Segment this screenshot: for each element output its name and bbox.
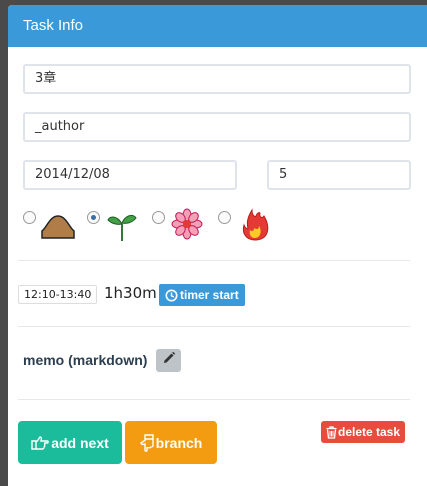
timer-start-label: timer start bbox=[180, 288, 239, 302]
add-next-button[interactable]: add next bbox=[18, 421, 122, 464]
clock-icon bbox=[165, 289, 178, 302]
timer-start-button[interactable]: timer start bbox=[159, 284, 245, 306]
task-info-panel: Task Info 3章 _author 2014/12/08 5 12:10-… bbox=[8, 5, 427, 486]
trash-icon bbox=[326, 425, 337, 439]
divider bbox=[18, 326, 410, 327]
hand-point-down-icon bbox=[139, 433, 154, 452]
add-next-label: add next bbox=[51, 434, 109, 451]
memo-label: memo (markdown) bbox=[23, 352, 148, 368]
delete-task-label: delete task bbox=[338, 425, 401, 439]
branch-label: branch bbox=[155, 434, 203, 451]
duration-label: 1h30m bbox=[104, 284, 157, 302]
memo-edit-button[interactable] bbox=[156, 349, 181, 372]
status-radio-fire[interactable] bbox=[218, 211, 231, 224]
divider bbox=[18, 260, 410, 261]
status-radio-sprout[interactable] bbox=[87, 211, 100, 224]
panel-title: Task Info bbox=[8, 5, 427, 47]
pencil-icon bbox=[162, 351, 176, 370]
delete-task-button[interactable]: delete task bbox=[321, 421, 406, 443]
date-input[interactable]: 2014/12/08 bbox=[23, 160, 237, 190]
title-input[interactable]: 3章 bbox=[23, 64, 411, 94]
divider bbox=[18, 399, 410, 400]
author-input[interactable]: _author bbox=[23, 112, 411, 142]
hand-point-right-icon bbox=[31, 435, 50, 450]
branch-button[interactable]: branch bbox=[125, 421, 217, 464]
sprout-icon bbox=[107, 209, 137, 248]
number-input[interactable]: 5 bbox=[267, 160, 411, 190]
time-range-label: 12:10-13:40 bbox=[18, 285, 98, 304]
fire-icon bbox=[240, 207, 270, 246]
flower-icon bbox=[171, 208, 203, 245]
status-radio-mound[interactable] bbox=[23, 211, 36, 224]
mound-icon bbox=[41, 213, 75, 244]
status-radio-flower[interactable] bbox=[152, 211, 165, 224]
